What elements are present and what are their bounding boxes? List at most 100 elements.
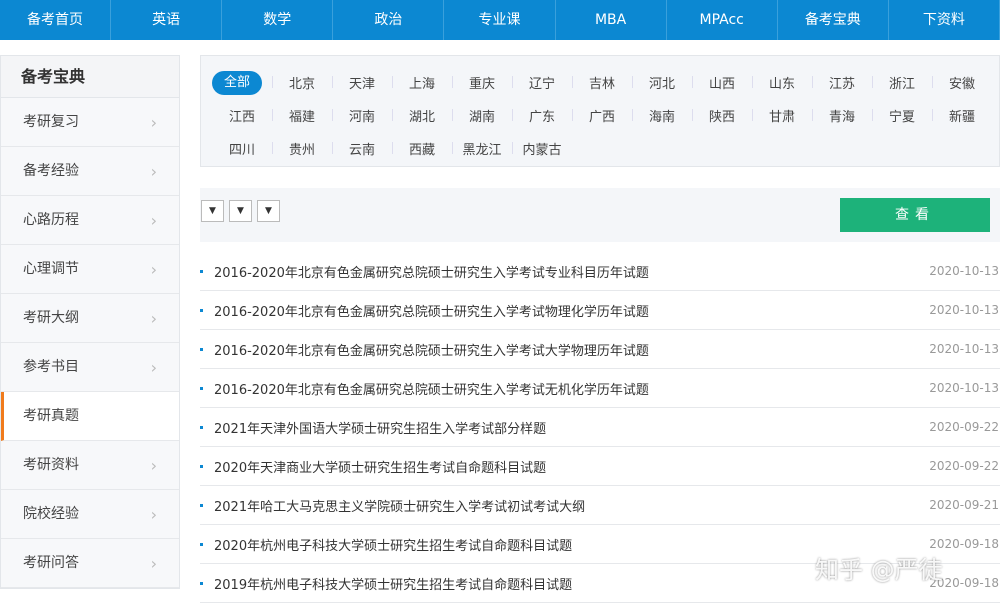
- nav-item[interactable]: 下资料: [889, 0, 1000, 40]
- nav-item[interactable]: 备考宝典: [778, 0, 889, 40]
- province-tab[interactable]: 四川: [212, 139, 272, 158]
- view-button[interactable]: 查看: [840, 198, 990, 232]
- province-tab[interactable]: 云南: [332, 139, 392, 158]
- province-tab[interactable]: 陕西: [692, 106, 752, 125]
- sidebar-item[interactable]: 考研资料 ›: [1, 441, 179, 490]
- nav-item[interactable]: 数学: [222, 0, 334, 40]
- bullet-icon: [200, 269, 203, 273]
- select-dropdown-1[interactable]: ▼: [201, 200, 224, 222]
- sidebar-item[interactable]: 院校经验 ›: [1, 490, 179, 539]
- province-tab[interactable]: 宁夏: [872, 106, 932, 125]
- bullet-icon: [200, 464, 203, 468]
- article-date: 2020-09-18: [929, 537, 999, 551]
- article-title[interactable]: 2016-2020年北京有色金属研究总院硕士研究生入学考试大学物理历年试题: [214, 340, 649, 359]
- select-dropdown-3[interactable]: ▼: [257, 200, 280, 222]
- bullet-icon: [200, 425, 203, 429]
- nav-item[interactable]: MBA: [556, 0, 667, 40]
- sidebar-item-label: 心理调节: [23, 261, 79, 277]
- top-nav: 备考首页 英语 数学 政治 专业课 MBA MPAcc 备考宝典 下资料: [0, 0, 1000, 40]
- article-title[interactable]: 2016-2020年北京有色金属研究总院硕士研究生入学考试物理化学历年试题: [214, 301, 649, 320]
- article-title[interactable]: 2020年天津商业大学硕士研究生招生考试自命题科目试题: [214, 457, 546, 476]
- province-tab[interactable]: 甘肃: [752, 106, 812, 125]
- province-tab[interactable]: 浙江: [872, 73, 932, 92]
- list-item[interactable]: 2016-2020年北京有色金属研究总院硕士研究生入学考试专业科目历年试题 202…: [200, 252, 1000, 291]
- article-title[interactable]: 2021年哈工大马克思主义学院硕士研究生入学考试初试考试大纲: [214, 496, 585, 515]
- sidebar-item-label: 备考经验: [23, 163, 79, 179]
- province-tab[interactable]: 北京: [272, 73, 332, 92]
- sidebar-item[interactable]: 考研大纲 ›: [1, 294, 179, 343]
- list-item[interactable]: 2016-2020年北京有色金属研究总院硕士研究生入学考试无机化学历年试题 202…: [200, 369, 1000, 408]
- chevron-right-icon: ›: [150, 211, 157, 230]
- article-title[interactable]: 2016-2020年北京有色金属研究总院硕士研究生入学考试专业科目历年试题: [214, 262, 649, 281]
- sidebar-item[interactable]: 考研真题: [1, 392, 179, 441]
- province-tab[interactable]: 山西: [692, 73, 752, 92]
- sidebar-item[interactable]: 考研复习 ›: [1, 98, 179, 147]
- sidebar-item[interactable]: 心路历程 ›: [1, 196, 179, 245]
- list-item[interactable]: 2016-2020年北京有色金属研究总院硕士研究生入学考试物理化学历年试题 202…: [200, 291, 1000, 330]
- province-tab[interactable]: 全部: [212, 70, 262, 95]
- chevron-right-icon: ›: [150, 162, 157, 181]
- nav-item[interactable]: 备考首页: [0, 0, 112, 40]
- article-date: 2020-10-13: [929, 381, 999, 395]
- province-tab[interactable]: 西藏: [392, 139, 452, 158]
- chevron-right-icon: ›: [150, 113, 157, 132]
- province-row: 江西 福建 河南 湖北 湖南 广东 广西 海南 陕西 甘肃 青海 宁夏 新疆: [212, 99, 999, 132]
- province-tab[interactable]: 重庆: [452, 73, 512, 92]
- sidebar-item-label: 考研大纲: [23, 310, 79, 326]
- province-tab[interactable]: 新疆: [932, 106, 992, 125]
- bullet-icon: [200, 542, 203, 546]
- nav-item[interactable]: 专业课: [444, 0, 556, 40]
- sidebar-item[interactable]: 备考经验 ›: [1, 147, 179, 196]
- article-title[interactable]: 2021年天津外国语大学硕士研究生招生入学考试部分样题: [214, 418, 546, 437]
- chevron-right-icon: ›: [150, 505, 157, 524]
- province-tab[interactable]: 吉林: [572, 73, 632, 92]
- province-tab[interactable]: 广西: [572, 106, 632, 125]
- sidebar-item-label: 考研资料: [23, 457, 79, 473]
- sidebar-item[interactable]: 心理调节 ›: [1, 245, 179, 294]
- province-tab[interactable]: 广东: [512, 106, 572, 125]
- sidebar: 备考宝典 考研复习 › 备考经验 › 心路历程 › 心理调节 › 考研大纲 › 参考书目 › 考研真题考…: [0, 55, 180, 589]
- province-tab[interactable]: 湖南: [452, 106, 512, 125]
- nav-item[interactable]: 政治: [333, 0, 445, 40]
- list-item[interactable]: 2020年天津商业大学硕士研究生招生考试自命题科目试题 2020-09-22: [200, 447, 1000, 486]
- article-date: 2020-10-13: [929, 303, 999, 317]
- province-tab[interactable]: 河南: [332, 106, 392, 125]
- article-date: 2020-10-13: [929, 264, 999, 278]
- sidebar-item-label: 考研真题: [23, 408, 79, 424]
- province-tab[interactable]: 江苏: [812, 73, 872, 92]
- bullet-icon: [200, 347, 203, 351]
- article-title[interactable]: 2016-2020年北京有色金属研究总院硕士研究生入学考试无机化学历年试题: [214, 379, 649, 398]
- province-tab[interactable]: 山东: [752, 73, 812, 92]
- province-tab[interactable]: 海南: [632, 106, 692, 125]
- chevron-right-icon: ›: [150, 456, 157, 475]
- sidebar-item[interactable]: 考研问答 ›: [1, 539, 179, 588]
- article-title[interactable]: 2019年杭州电子科技大学硕士研究生招生考试自命题科目试题: [214, 574, 572, 593]
- bullet-icon: [200, 308, 203, 312]
- nav-item[interactable]: MPAcc: [667, 0, 778, 40]
- province-tab[interactable]: 河北: [632, 73, 692, 92]
- list-item[interactable]: 2021年天津外国语大学硕士研究生招生入学考试部分样题 2020-09-22: [200, 408, 1000, 447]
- article-date: 2020-09-22: [929, 420, 999, 434]
- province-tab[interactable]: 青海: [812, 106, 872, 125]
- article-date: 2020-10-13: [929, 342, 999, 356]
- province-tab[interactable]: 辽宁: [512, 73, 572, 92]
- chevron-right-icon: ›: [150, 554, 157, 573]
- province-row: 四川 贵州 云南 西藏 黑龙江 内蒙古: [212, 132, 999, 165]
- province-tab[interactable]: 江西: [212, 106, 272, 125]
- province-tab[interactable]: 黑龙江: [452, 139, 512, 158]
- province-tab[interactable]: 湖北: [392, 106, 452, 125]
- sidebar-title: 备考宝典: [1, 56, 179, 98]
- province-tab[interactable]: 贵州: [272, 139, 332, 158]
- province-tab[interactable]: 安徽: [932, 73, 992, 92]
- province-row: 全部 北京 天津 上海 重庆 辽宁 吉林 河北 山西 山东 江苏 浙江 安徽: [212, 66, 999, 99]
- article-title[interactable]: 2020年杭州电子科技大学硕士研究生招生考试自命题科目试题: [214, 535, 572, 554]
- province-tab[interactable]: 内蒙古: [512, 139, 572, 158]
- sidebar-item[interactable]: 参考书目 ›: [1, 343, 179, 392]
- select-dropdown-2[interactable]: ▼: [229, 200, 252, 222]
- province-tab[interactable]: 上海: [392, 73, 452, 92]
- province-tab[interactable]: 福建: [272, 106, 332, 125]
- list-item[interactable]: 2021年哈工大马克思主义学院硕士研究生入学考试初试考试大纲 2020-09-21: [200, 486, 1000, 525]
- list-item[interactable]: 2016-2020年北京有色金属研究总院硕士研究生入学考试大学物理历年试题 202…: [200, 330, 1000, 369]
- province-tab[interactable]: 天津: [332, 73, 392, 92]
- nav-item[interactable]: 英语: [111, 0, 223, 40]
